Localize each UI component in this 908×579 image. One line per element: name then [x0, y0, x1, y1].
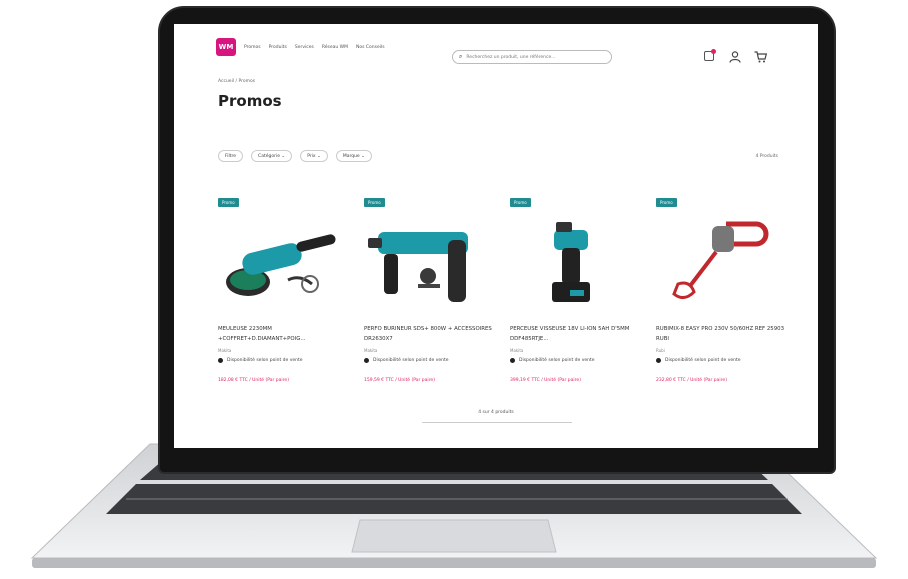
- user-icon[interactable]: [729, 51, 741, 63]
- product-price: 399,19 € TTC / Unité (Par paire): [510, 378, 581, 383]
- breadcrumb[interactable]: Accueil / Promos: [218, 79, 255, 84]
- pagination-progress: [422, 422, 572, 423]
- product-name[interactable]: Perfo Burineur SDS+ 800W + Accessoires D…: [364, 324, 492, 344]
- product-brand: Makita: [510, 348, 524, 353]
- notification-dot: [711, 49, 716, 54]
- product-name[interactable]: Meuleuse 2230MM +coffret+d.diamant+poig.…: [218, 324, 346, 344]
- availability-text: Disponibilité selon point de vente: [227, 358, 303, 363]
- product-brand: Rubi: [656, 348, 665, 353]
- pagination-text: 4 sur 4 produits: [478, 410, 514, 415]
- product-name[interactable]: Rubimix-8 Easy Pro 230V 50/60Hz Ref 2590…: [656, 324, 784, 344]
- rotary-hammer-image[interactable]: [364, 210, 494, 310]
- filter-button[interactable]: Filtre: [218, 150, 244, 162]
- product-brand: Makita: [364, 348, 378, 353]
- search-placeholder: Recherchez un produit, une référence...: [466, 54, 556, 60]
- search-input[interactable]: ⌕ Recherchez un produit, une référence..…: [452, 50, 612, 64]
- category-label: Catégorie: [258, 153, 280, 159]
- availability-text: Disponibilité selon point de vente: [519, 358, 595, 363]
- product-brand: Makita: [218, 348, 232, 353]
- availability-dot: [656, 358, 661, 363]
- product-card[interactable]: Promo Rubimix-8 Easy Pro 230V 50/60Hz Re…: [656, 198, 796, 428]
- result-count: 4 Produits: [755, 154, 779, 159]
- search-icon: ⌕: [459, 53, 463, 60]
- price-dropdown[interactable]: Prix ⌄: [300, 150, 328, 162]
- product-card[interactable]: Promo Meuleuse 2230MM +coffret+d.diamant…: [218, 198, 358, 428]
- filter-label: Filtre: [225, 153, 237, 159]
- mixer-image[interactable]: [656, 210, 786, 310]
- availability-dot: [364, 358, 369, 363]
- promo-badge: Promo: [656, 198, 677, 207]
- chevron-down-icon: ⌄: [361, 153, 365, 159]
- nav-item-conseils[interactable]: Nos Conseils: [356, 45, 385, 50]
- promo-badge: Promo: [218, 198, 239, 207]
- brand-dropdown[interactable]: Marque ⌄: [335, 150, 372, 162]
- availability: Disponibilité selon point de vente: [218, 358, 303, 363]
- product-name[interactable]: Perceuse visseuse 18V Li-ion 5Ah d'5mm D…: [510, 324, 638, 344]
- laptop-mockup: WM Promos Produits Services Réseau WM No…: [0, 0, 908, 579]
- availability: Disponibilité selon point de vente: [364, 358, 449, 363]
- angle-grinder-image[interactable]: [218, 210, 348, 310]
- product-price: 159,59 € TTC / Unité (Par paire): [364, 378, 435, 383]
- chevron-down-icon: ⌄: [317, 153, 321, 159]
- availability-dot: [218, 358, 223, 363]
- product-price: 232,80 € TTC / Unité (Par paire): [656, 378, 727, 383]
- price-label: Prix: [307, 153, 316, 159]
- availability-text: Disponibilité selon point de vente: [373, 358, 449, 363]
- nav-item-produits[interactable]: Produits: [269, 45, 287, 50]
- nav-item-promos[interactable]: Promos: [244, 45, 261, 50]
- product-card[interactable]: Promo Perfo Burineur SDS+ 800W + Accesso…: [364, 198, 504, 428]
- promo-badge: Promo: [510, 198, 531, 207]
- availability-dot: [510, 358, 515, 363]
- browser-screen: WM Promos Produits Services Réseau WM No…: [174, 24, 818, 448]
- brand-label: Marque: [342, 153, 360, 159]
- filter-bar: Filtre Catégorie ⌄ Prix ⌄ Marque ⌄: [218, 150, 380, 162]
- brand-logo[interactable]: WM: [216, 38, 236, 56]
- nav-item-services[interactable]: Services: [295, 45, 314, 50]
- availability-text: Disponibilité selon point de vente: [665, 358, 741, 363]
- availability: Disponibilité selon point de vente: [656, 358, 741, 363]
- category-dropdown[interactable]: Catégorie ⌄: [251, 150, 293, 162]
- availability: Disponibilité selon point de vente: [510, 358, 595, 363]
- product-price: 182,08 € TTC / Unité (Par paire): [218, 378, 289, 383]
- product-grid: Promo Meuleuse 2230MM +coffret+d.diamant…: [218, 198, 802, 428]
- product-card[interactable]: Promo Perceuse visseuse 18V Li-ion 5Ah d…: [510, 198, 650, 428]
- nav-item-reseau[interactable]: Réseau WM: [322, 45, 348, 50]
- chevron-down-icon: ⌄: [281, 153, 286, 159]
- promo-badge: Promo: [364, 198, 385, 207]
- page-title: Promos: [218, 92, 282, 110]
- drill-image[interactable]: [510, 210, 640, 310]
- gift-icon[interactable]: [704, 49, 716, 61]
- cart-icon[interactable]: [754, 51, 767, 63]
